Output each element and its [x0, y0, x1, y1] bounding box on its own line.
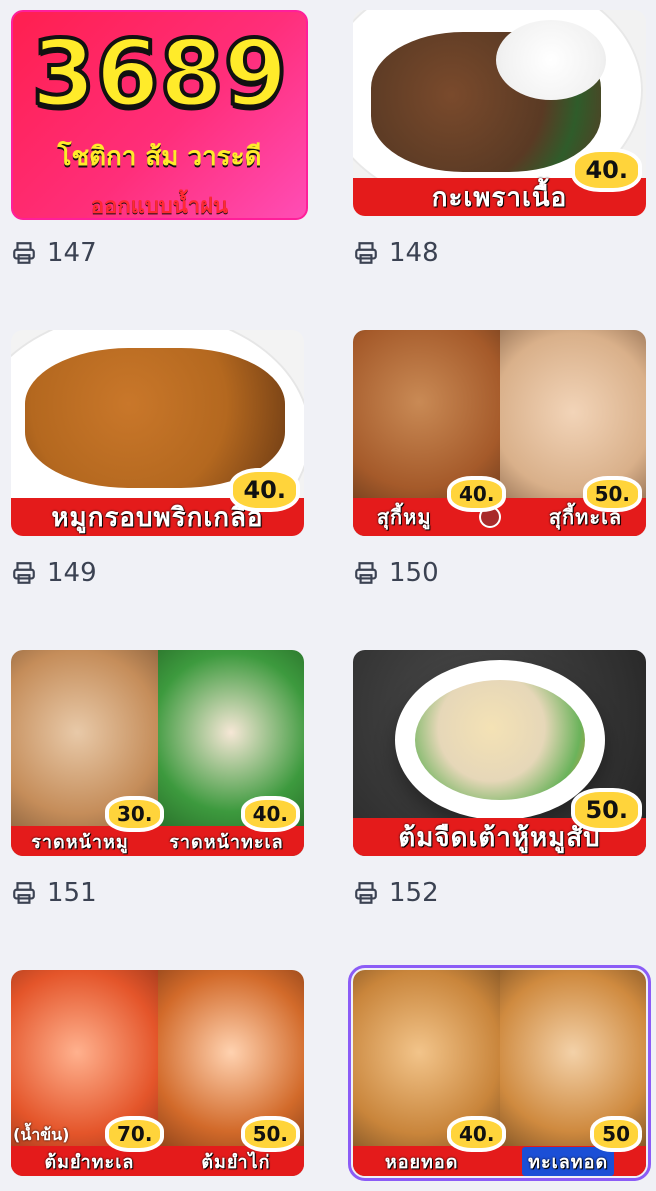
title-text: ต้มจืดเต้าหู้หมูสับ	[398, 822, 601, 853]
price-badge: 50.	[575, 792, 638, 828]
template-title-banner: ต้มยำทะเล ต้มยำไก่	[11, 1146, 304, 1176]
template-card-149[interactable]: หมูกรอบพริกเกลือ 40. 149	[11, 330, 304, 588]
promo-big-number: 3689	[29, 20, 289, 127]
count-label: 148	[389, 238, 439, 268]
count-label: 152	[389, 878, 439, 908]
template-card-148[interactable]: กะเพราเนื้อ 40. 148	[353, 10, 646, 268]
left-label: หอยทอด	[384, 1151, 459, 1173]
printer-icon	[13, 882, 35, 904]
right-label: ราดหน้าทะเล	[169, 831, 284, 853]
printer-icon	[355, 562, 377, 584]
download-count: 151	[11, 878, 97, 908]
left-label: ราดหน้าหมู	[31, 831, 129, 853]
template-thumbnail[interactable]: สุกี้หมู สุกี้ทะเล 40. 50.	[353, 330, 646, 536]
template-title-banner: ราดหน้าหมู ราดหน้าทะเล	[11, 826, 304, 856]
image-grid: 3689 โชติกา ส้ม วาระดี ออกแบบน้ำฝน 147 ก…	[0, 0, 656, 1191]
left-label: ต้มยำทะเล	[44, 1151, 135, 1173]
left-price-badge: 70.	[109, 1120, 161, 1148]
download-count: 152	[353, 878, 439, 908]
download-count: 150	[353, 558, 439, 588]
download-count: 149	[11, 558, 97, 588]
promo-line-2: ออกแบบน้ำฝน	[90, 194, 229, 219]
left-extra-label: (น้ำข้น)	[13, 1125, 70, 1144]
count-label: 151	[47, 878, 97, 908]
template-card-147[interactable]: 3689 โชติกา ส้ม วาระดี ออกแบบน้ำฝน 147	[11, 10, 308, 268]
download-count: 147	[11, 238, 97, 268]
right-price-badge: 50.	[244, 1120, 296, 1148]
download-count: 148	[353, 238, 439, 268]
printer-icon	[355, 242, 377, 264]
title-text: กะเพราเนื้อ	[431, 182, 568, 213]
right-price-badge: 50.	[586, 480, 638, 508]
title-text: หมูกรอบพริกเกลือ	[51, 502, 264, 533]
template-thumbnail[interactable]: หอยทอด ทะเลทอด 40. 50	[348, 965, 651, 1181]
template-thumbnail[interactable]: กะเพราเนื้อ 40.	[353, 10, 646, 216]
template-thumbnail[interactable]: ราดหน้าหมู ราดหน้าทะเล 30. 40.	[11, 650, 304, 856]
printer-icon	[355, 882, 377, 904]
template-title-banner: หอยทอด ทะเลทอด	[353, 1146, 646, 1176]
right-label: ทะเลทอด	[522, 1146, 615, 1176]
price-badge: 40.	[233, 472, 296, 508]
template-thumbnail[interactable]: (น้ำข้น) ต้มยำทะเล ต้มยำไก่ 70. 50.	[11, 970, 304, 1176]
bowl-icon	[479, 506, 502, 528]
food-graphic	[25, 348, 285, 488]
count-label: 147	[47, 238, 97, 268]
left-price-badge: 40.	[451, 1120, 503, 1148]
template-card-153[interactable]: (น้ำข้น) ต้มยำทะเล ต้มยำไก่ 70. 50.	[11, 970, 304, 1176]
left-price-badge: 30.	[109, 800, 161, 828]
count-label: 150	[389, 558, 439, 588]
template-thumbnail[interactable]: ต้มจืดเต้าหู้หมูสับ 50.	[353, 650, 646, 856]
right-label: ต้มยำไก่	[201, 1151, 271, 1173]
promo-line-1: โชติกา ส้ม วาระดี	[57, 142, 262, 172]
soup-graphic	[415, 680, 585, 800]
rice-graphic	[496, 20, 606, 100]
printer-icon	[13, 242, 35, 264]
count-label: 149	[47, 558, 97, 588]
right-price-badge: 50	[594, 1120, 638, 1148]
template-card-154[interactable]: หอยทอด ทะเลทอด 40. 50	[348, 965, 651, 1181]
right-price-badge: 40.	[244, 800, 296, 828]
left-price-badge: 40.	[451, 480, 503, 508]
template-card-150[interactable]: สุกี้หมู สุกี้ทะเล 40. 50. 150	[353, 330, 646, 588]
template-card-152[interactable]: ต้มจืดเต้าหู้หมูสับ 50. 152	[353, 650, 646, 908]
template-thumbnail[interactable]: หมูกรอบพริกเกลือ 40.	[11, 330, 304, 536]
printer-icon	[13, 562, 35, 584]
template-card-151[interactable]: ราดหน้าหมู ราดหน้าทะเล 30. 40. 151	[11, 650, 304, 908]
price-badge: 40.	[575, 152, 638, 188]
template-thumbnail[interactable]: 3689 โชติกา ส้ม วาระดี ออกแบบน้ำฝน	[11, 10, 308, 220]
left-label: สุกี้หมู	[376, 505, 432, 529]
